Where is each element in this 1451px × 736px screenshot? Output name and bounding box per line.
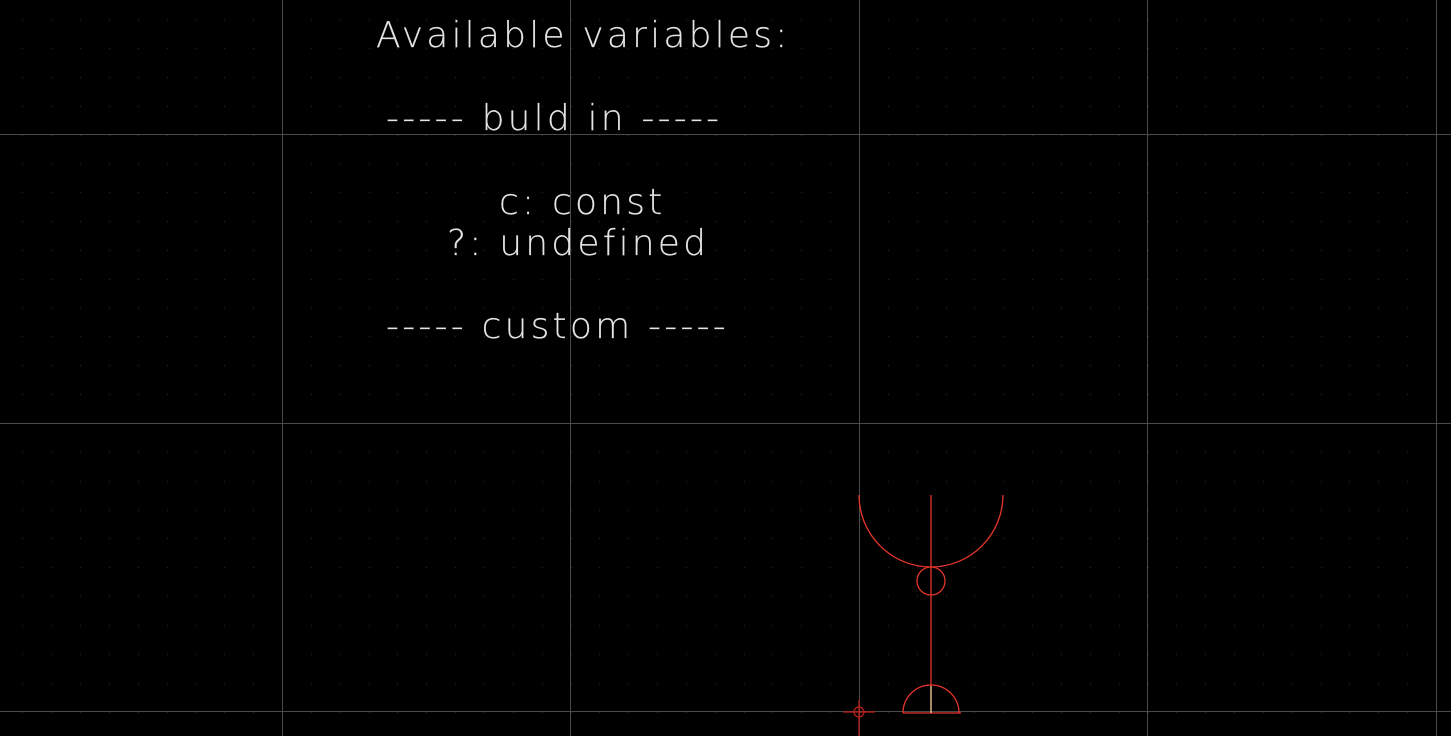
const-variable-text[interactable]: c: const [499, 184, 665, 221]
drawing-layer [0, 0, 1451, 736]
cad-drawing-canvas[interactable]: Available variables: ----- buld in -----… [0, 0, 1451, 736]
builtin-section-header[interactable]: ----- buld in ----- [386, 100, 722, 137]
origin-crosshair-icon[interactable] [843, 700, 875, 736]
custom-section-header[interactable]: ----- custom ----- [386, 308, 729, 345]
major-grid [0, 0, 1451, 736]
undefined-variable-text[interactable]: ?: undefined [447, 225, 709, 262]
glyph-shape[interactable] [858, 494, 1004, 714]
variables-title-text[interactable]: Available variables: [376, 17, 791, 54]
